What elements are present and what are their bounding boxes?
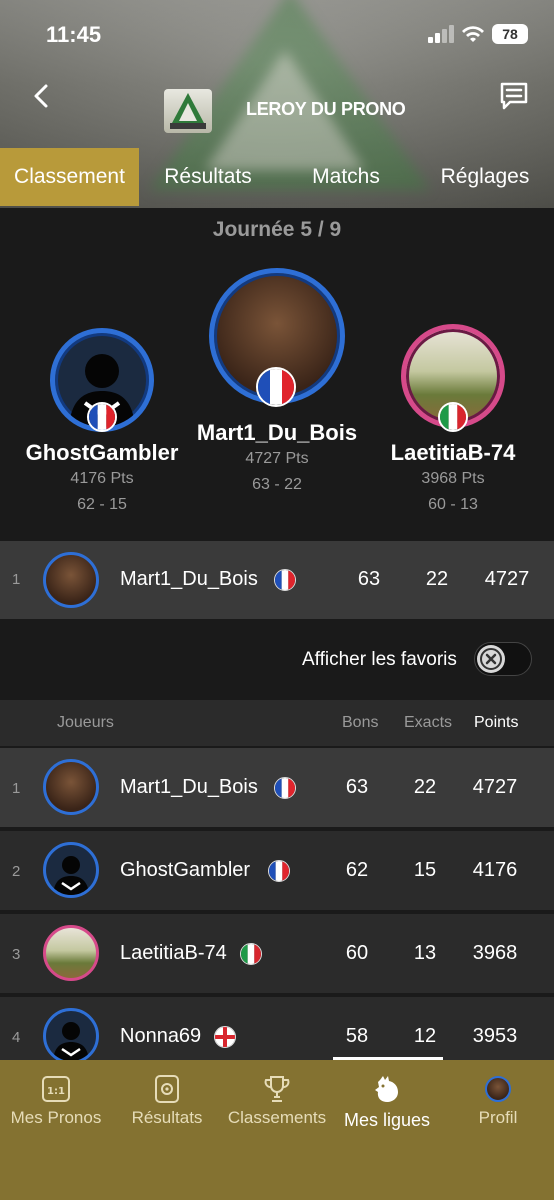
avatar <box>43 842 99 898</box>
row-exacts: 12 <box>413 1025 437 1047</box>
current-user-row[interactable]: 1 Mart1_Du_Bois 63 22 4727 <box>0 541 554 619</box>
row-points: 4176 <box>472 859 518 881</box>
italy-flag-icon <box>240 943 262 965</box>
nav-label: Mes ligues <box>343 1110 431 1130</box>
trophy-icon <box>264 1076 290 1102</box>
avatar <box>43 925 99 981</box>
avatar <box>43 1008 99 1060</box>
battery-indicator: 78 <box>492 24 528 44</box>
avatar <box>43 759 99 815</box>
chat-icon[interactable] <box>498 80 530 112</box>
podium-third-name: LaetitiaB-74 <box>390 440 516 465</box>
table-row[interactable]: 2 GhostGambler 62 15 4176 <box>0 829 554 910</box>
row-points: 3968 <box>472 942 518 964</box>
default-avatar-icon <box>53 856 89 895</box>
nav-classements[interactable]: Classements <box>222 1060 332 1200</box>
row-player-name: Nonna69 <box>120 1025 202 1047</box>
back-chevron-icon[interactable] <box>28 80 56 112</box>
row-exacts: 22 <box>425 568 449 590</box>
table-row[interactable]: 1 Mart1_Du_Bois 63 22 4727 <box>0 746 554 827</box>
nav-resultats[interactable]: Résultats <box>112 1060 222 1200</box>
tab-reglages[interactable]: Réglages <box>432 148 538 206</box>
france-flag-icon <box>87 402 117 432</box>
league-logo <box>164 89 212 133</box>
tab-classement[interactable]: Classement <box>0 148 139 206</box>
podium-third-points: 3968 Pts <box>421 470 485 487</box>
row-player-name: GhostGambler <box>120 859 251 881</box>
table-header: Joueurs Bons Exacts Points <box>0 700 554 746</box>
row-bons: 58 <box>345 1025 369 1047</box>
bottom-nav: 1:1 Mes Pronos Résultats Classements Mes… <box>0 1060 554 1200</box>
nav-label: Résultats <box>131 1108 203 1127</box>
france-flag-icon <box>256 367 296 407</box>
favorites-label: Afficher les favoris <box>302 649 457 670</box>
league-title: LEROY DU PRONO <box>246 99 406 119</box>
row-player-name: Mart1_Du_Bois <box>120 776 258 798</box>
podium-first-record: 63 - 22 <box>252 476 302 493</box>
podium: Journée 5 / 9 GhostGambler 4176 Pts 62 -… <box>0 208 554 538</box>
status-time: 11:45 <box>46 22 102 47</box>
header-bons[interactable]: Bons <box>342 714 378 732</box>
podium-first-name: Mart1_Du_Bois <box>196 420 358 445</box>
row-points: 3953 <box>472 1025 518 1047</box>
row-points: 4727 <box>484 568 530 590</box>
podium-second-points: 4176 Pts <box>70 470 134 487</box>
row-rank: 2 <box>12 863 21 880</box>
row-player-name: LaetitiaB-74 <box>120 942 227 964</box>
table-row[interactable]: 3 LaetitiaB-74 60 13 3968 <box>0 912 554 993</box>
wifi-icon <box>462 26 484 42</box>
nav-label: Classements <box>227 1108 327 1127</box>
podium-second-record: 62 - 15 <box>77 496 127 513</box>
row-player-name: Mart1_Du_Bois <box>120 568 258 590</box>
svg-text:1:1: 1:1 <box>47 1086 65 1097</box>
nav-mes-pronos[interactable]: 1:1 Mes Pronos <box>0 1060 112 1200</box>
avatar <box>43 552 99 608</box>
header-exacts[interactable]: Exacts <box>404 714 452 732</box>
cellular-signal-icon <box>428 25 456 43</box>
row-bons: 62 <box>345 859 369 881</box>
france-flag-icon <box>268 860 290 882</box>
tab-resultats[interactable]: Résultats <box>150 148 266 206</box>
rooster-icon <box>375 1076 398 1102</box>
favorites-toggle[interactable] <box>474 642 532 676</box>
row-rank: 1 <box>12 780 21 797</box>
header: 11:45 78 LEROY DU PRONO Classement Résul… <box>0 0 554 210</box>
podium-second-name: GhostGambler <box>25 440 179 465</box>
nav-label: Profil <box>478 1108 518 1127</box>
ball-card-icon <box>155 1075 179 1103</box>
row-exacts: 15 <box>413 859 437 881</box>
row-rank: 1 <box>12 571 21 588</box>
close-circle-icon <box>480 648 502 670</box>
score-1-1-icon: 1:1 <box>42 1076 70 1102</box>
table-row[interactable]: 4 Nonna69 58 12 3953 <box>0 995 554 1060</box>
row-bons: 60 <box>345 942 369 964</box>
row-points: 4727 <box>472 776 518 798</box>
favorites-bar: Afficher les favoris <box>0 620 554 700</box>
status-bar: 11:45 78 <box>0 0 554 70</box>
row-rank: 4 <box>12 1029 21 1046</box>
nav-label: Mes Pronos <box>10 1108 102 1127</box>
row-exacts: 13 <box>413 942 437 964</box>
row-exacts: 22 <box>413 776 437 798</box>
profile-avatar-icon <box>485 1076 511 1102</box>
france-flag-icon <box>274 777 296 799</box>
toggle-knob <box>477 645 505 673</box>
round-label: Journée 5 / 9 <box>212 218 342 241</box>
nav-profil[interactable]: Profil <box>442 1060 554 1200</box>
tab-bar: Classement Résultats Matchs Réglages <box>0 148 554 206</box>
england-flag-icon <box>214 1026 236 1048</box>
row-bons: 63 <box>357 568 381 590</box>
nav-mes-ligues[interactable]: Mes ligues <box>332 1060 442 1200</box>
italy-flag-icon <box>438 402 468 432</box>
row-bons: 63 <box>345 776 369 798</box>
podium-first-points: 4727 Pts <box>245 450 309 467</box>
header-points[interactable]: Points <box>474 714 518 732</box>
france-flag-icon <box>274 569 296 591</box>
podium-third-record: 60 - 13 <box>428 496 478 513</box>
default-avatar-icon <box>53 1022 89 1060</box>
header-players: Joueurs <box>57 714 114 731</box>
row-rank: 3 <box>12 946 21 963</box>
tab-matchs[interactable]: Matchs <box>296 148 396 206</box>
